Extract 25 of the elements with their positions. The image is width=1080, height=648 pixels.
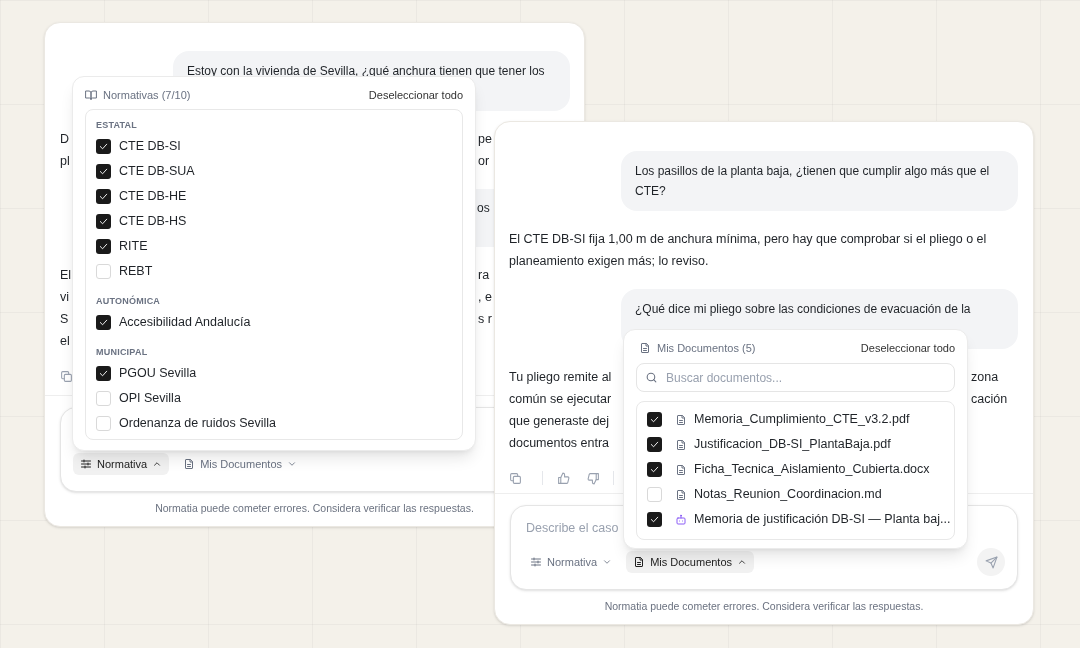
message-text: cación bbox=[971, 390, 1008, 408]
group-label: AUTONÓMICA bbox=[96, 294, 161, 308]
message-text: D bbox=[60, 131, 70, 146]
message-text: Tu pliego remite al bbox=[509, 369, 612, 384]
message-text: pe bbox=[478, 130, 492, 148]
message-text: pl bbox=[60, 153, 70, 168]
message-text: que generaste dej bbox=[509, 413, 610, 428]
group-label: MUNICIPAL bbox=[96, 346, 148, 359]
message-text: El bbox=[60, 267, 72, 282]
message-text: planeamiento exigen más; lo reviso. bbox=[509, 253, 709, 268]
disclaimer-text: Normatia puede cometer errores. Considera verificar las respuestas. bbox=[154, 501, 475, 516]
message-text: documentos entra bbox=[509, 435, 610, 450]
disclaimer-text: Normatia puede cometer errores. Considera verificar las respuestas. bbox=[603, 599, 925, 614]
group-label: ESTATAL bbox=[96, 119, 138, 132]
message-text: zona bbox=[971, 368, 999, 386]
user-message: Los pasillos de la planta baja, ¿tienen que cumplir algo más que el CTE? bbox=[621, 151, 1018, 211]
message-text: vi bbox=[60, 289, 70, 304]
message-text: , e bbox=[478, 288, 492, 306]
message-text: el bbox=[60, 333, 70, 348]
message-text: s r bbox=[478, 310, 492, 328]
message-text: común se ejecutar bbox=[509, 391, 612, 406]
message-text: or bbox=[478, 152, 490, 170]
message-text: S bbox=[60, 311, 69, 326]
message-text: El CTE DB-SI fija 1,00 m de anchura mínima, pero hay que comprobar si el pliego o el bbox=[509, 231, 987, 246]
message-text: ra bbox=[478, 266, 490, 284]
